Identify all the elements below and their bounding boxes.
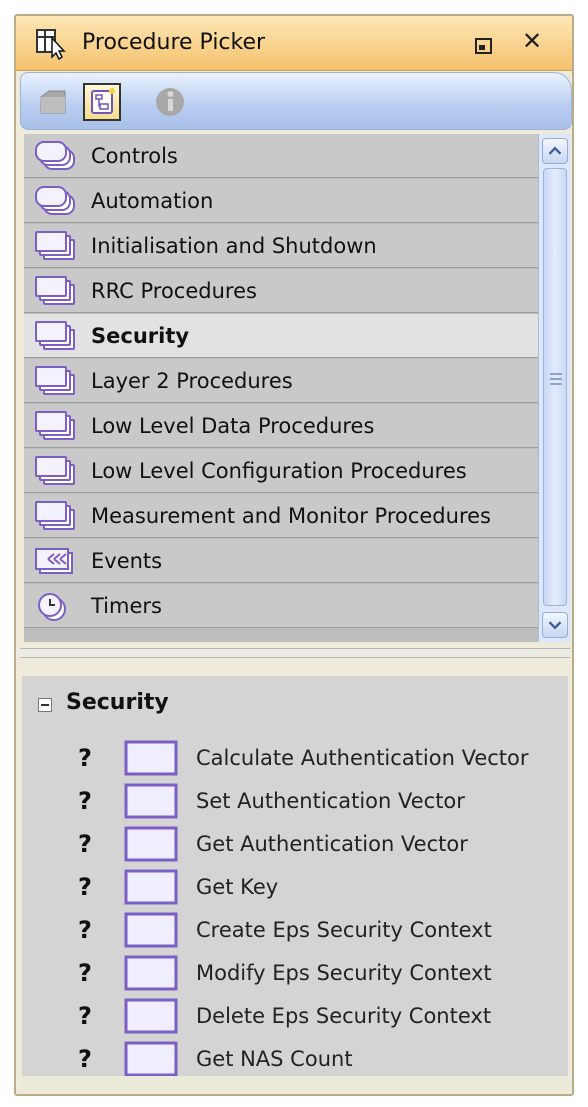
scroll-up-icon[interactable] [542,138,568,164]
unknown-status-icon: ? [78,916,92,944]
close-icon[interactable]: ✕ [522,29,542,53]
unknown-status-icon: ? [78,744,92,772]
category-label: Low Level Configuration Procedures [91,459,467,483]
category-item[interactable]: Events [24,539,538,583]
folder-icon[interactable] [35,83,73,121]
stack-icon [35,411,75,440]
window-title: Procedure Picker [82,30,266,55]
stack-rounded-icon [35,141,75,170]
grip-line [550,383,562,385]
restore-icon[interactable] [474,36,494,56]
unknown-status-icon: ? [78,787,92,815]
unknown-status-icon: ? [78,1045,92,1073]
timer-icon [38,593,66,621]
category-item[interactable]: RRC Procedures [24,269,538,313]
status-strip [20,1076,570,1092]
category-label: Automation [91,189,214,213]
procedure-icon [124,740,178,776]
detail-title: Security [66,690,169,715]
category-label: Timers [91,594,162,618]
procedure-row[interactable]: ? Get Key [22,867,568,910]
toolbar [20,72,572,130]
category-item[interactable]: Controls [24,134,538,178]
category-label: Initialisation and Shutdown [91,234,377,258]
category-label: Layer 2 Procedures [91,369,293,393]
picker-cursor-icon [36,29,66,60]
category-label: Measurement and Monitor Procedures [91,504,491,528]
stack-icon [35,456,75,485]
category-item[interactable]: Measurement and Monitor Procedures [24,494,538,538]
procedure-label: Get Key [196,875,279,899]
procedure-row[interactable]: ? Set Authentication Vector [22,781,568,824]
category-item[interactable]: Security [24,314,538,358]
procedure-row[interactable]: ? Calculate Authentication Vector [22,738,568,781]
procedure-label: Set Authentication Vector [196,789,465,813]
category-item[interactable]: Layer 2 Procedures [24,359,538,403]
stack-icon [35,366,75,395]
stack-icon [35,321,75,350]
stack-icon [35,231,75,260]
procedure-label: Modify Eps Security Context [196,961,492,985]
procedure-row[interactable]: ? Create Eps Security Context [22,910,568,953]
unknown-status-icon: ? [78,830,92,858]
procedure-label: Get Authentication Vector [196,832,468,856]
procedure-icon [124,912,178,948]
procedure-picker-panel: Procedure Picker ✕ Controls Automation Ini… [14,14,574,1096]
procedure-icon [124,783,178,819]
procedure-icon [124,1041,178,1077]
procedure-icon [124,998,178,1034]
grip-line [550,378,562,380]
procedure-label: Calculate Authentication Vector [196,746,529,770]
list-scrollbar[interactable] [538,134,571,642]
procedure-label: Get NAS Count [196,1047,353,1071]
procedure-icon [124,955,178,991]
category-list: Controls Automation Initialisation and Shu… [24,134,538,642]
detail-panel: Security ? Calculate Authentication Vecto… [22,676,568,1077]
stack-rounded-icon [35,186,75,215]
procedure-row[interactable]: ? Delete Eps Security Context [22,996,568,1039]
grip-line [550,373,562,375]
procedure-tree-icon[interactable] [83,83,121,121]
category-item[interactable]: Automation [24,179,538,223]
procedure-label: Delete Eps Security Context [196,1004,492,1028]
category-item[interactable]: Initialisation and Shutdown [24,224,538,268]
category-label: Low Level Data Procedures [91,414,375,438]
unknown-status-icon: ? [78,959,92,987]
splitter[interactable] [20,648,570,658]
events-icon [35,548,73,574]
category-label: RRC Procedures [91,279,257,303]
category-item[interactable]: Timers [24,584,538,628]
category-label: Security [91,324,190,348]
stack-icon [35,276,75,305]
unknown-status-icon: ? [78,873,92,901]
info-icon[interactable] [151,83,189,121]
scroll-thumb[interactable] [543,168,567,606]
procedure-label: Create Eps Security Context [196,918,492,942]
category-label: Events [91,549,163,573]
procedure-row[interactable]: ? Get Authentication Vector [22,824,568,867]
procedure-icon [124,826,178,862]
category-label: Controls [91,144,178,168]
title-bar[interactable]: Procedure Picker ✕ [16,16,572,71]
collapse-icon[interactable] [38,698,52,712]
procedure-row[interactable]: ? Modify Eps Security Context [22,953,568,996]
category-item[interactable]: Low Level Configuration Procedures [24,449,538,493]
scroll-down-icon[interactable] [542,612,568,638]
stack-icon [35,501,75,530]
unknown-status-icon: ? [78,1002,92,1030]
category-item[interactable]: Low Level Data Procedures [24,404,538,448]
procedure-icon [124,869,178,905]
